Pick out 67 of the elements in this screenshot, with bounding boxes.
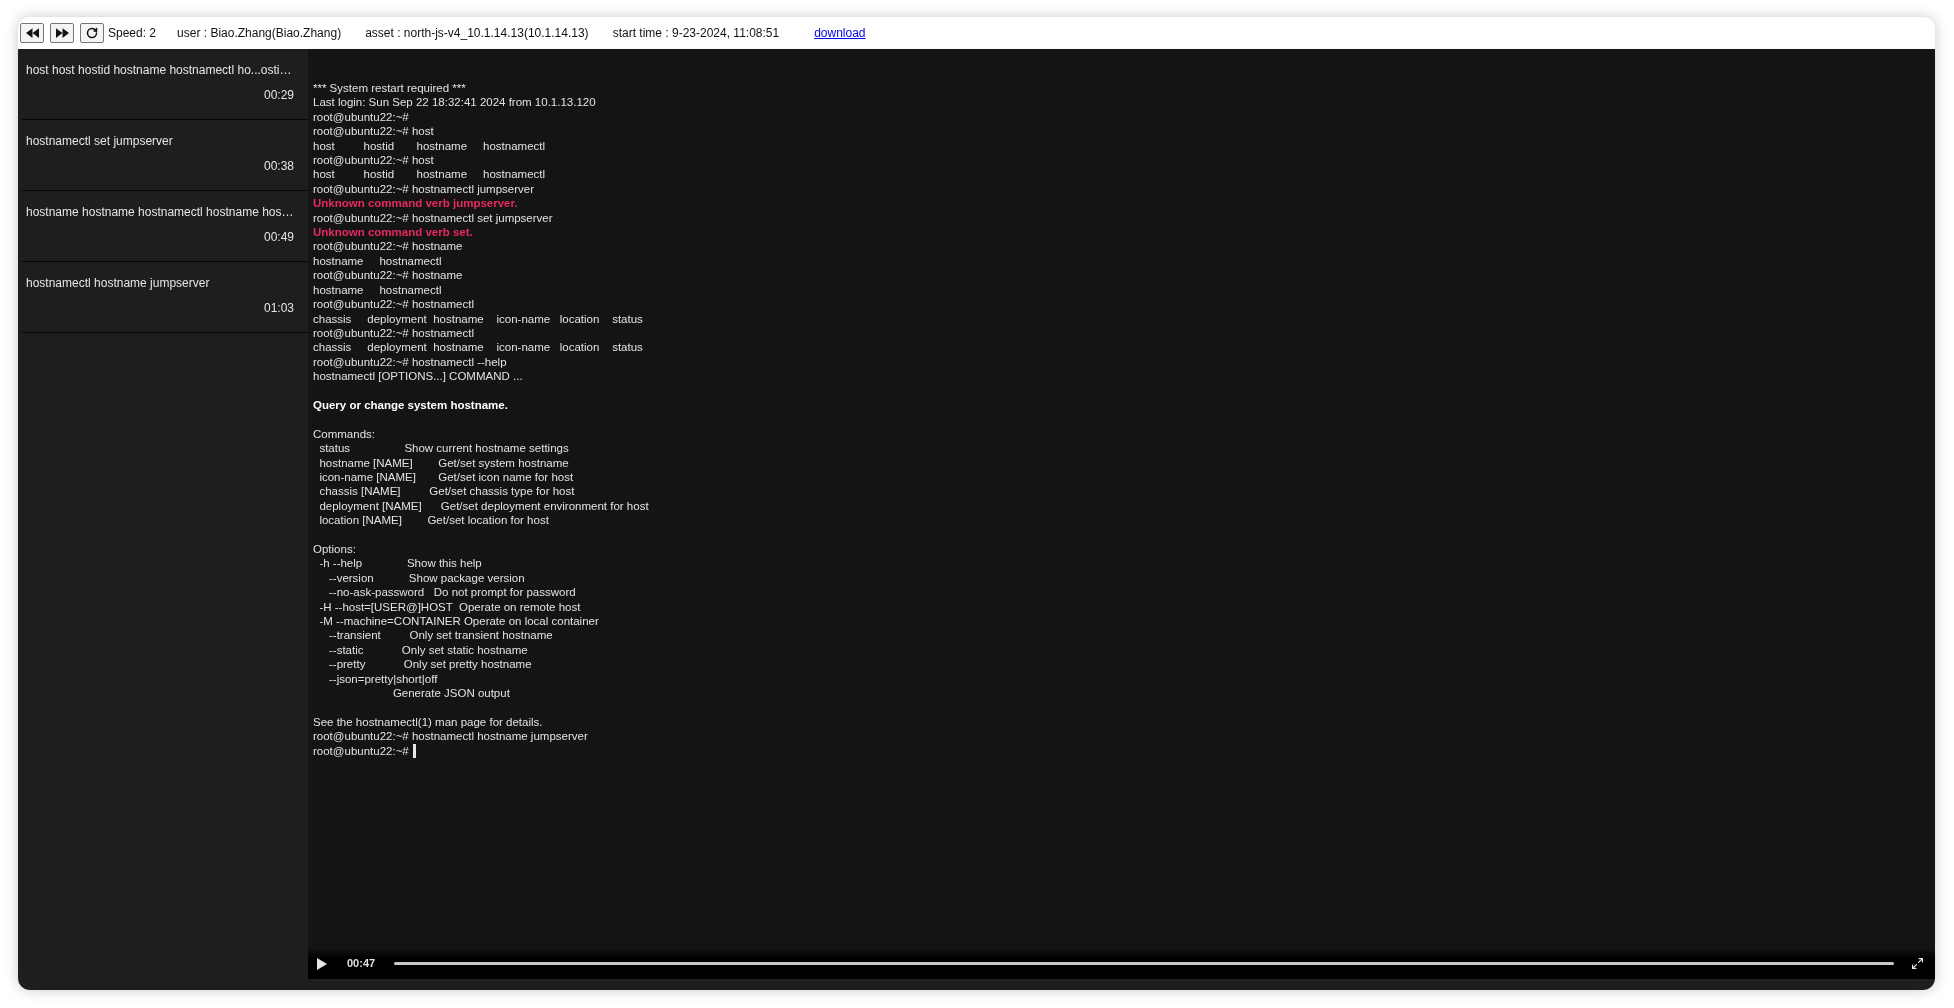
start-time-label: start time : 9-23-2024, 11:08:51	[612, 25, 780, 42]
terminal-line: root@ubuntu22:~# hostnamectl hostname jumpserver	[313, 729, 588, 744]
current-time: 00:47	[347, 956, 376, 972]
fullscreen-button[interactable]	[1911, 957, 1924, 970]
reload-button[interactable]	[80, 23, 104, 43]
terminal-line: icon-name [NAME] Get/set icon name for host	[318, 469, 574, 485]
refresh-icon	[86, 27, 98, 39]
timestamp: 00:38	[263, 158, 294, 175]
asset-label: asset : north-js-v4_10.1.14.13(10.1.14.13)	[365, 25, 589, 42]
terminal-line: Generate JSON output	[391, 686, 510, 701]
play-button[interactable]	[317, 957, 327, 970]
terminal-line: hostname [NAME] Get/set system hostname	[318, 455, 569, 470]
terminal-line: --version Show package version	[327, 570, 525, 586]
timestamp: 01:03	[263, 300, 294, 317]
terminal-line: root@ubuntu22:~# hostnamectl jumpserver	[313, 181, 535, 197]
terminal-line: root@ubuntu22:~# hostnamectl --help	[313, 354, 507, 370]
error-line: Unknown command verb jumpserver.	[313, 196, 518, 211]
command-text[interactable]: hostname hostname hostnamectl hostname hos…	[26, 203, 294, 221]
terminal-line: --transient Only set transient hostname	[327, 628, 553, 643]
terminal-line: deployment [NAME] Get/set deployment environment for host	[318, 498, 649, 514]
terminal-heading: Query or change system hostname.	[313, 397, 508, 413]
rewind-icon	[25, 28, 39, 38]
terminal-line: chassis deployment hostname icon-name location status	[313, 340, 643, 355]
terminal-line: --no-ask-password Do not prompt for password	[327, 585, 576, 600]
terminal-line: --static Only set static hostname	[327, 642, 528, 658]
terminal-line: -M --machine=CONTAINER Operate on local container	[318, 614, 599, 629]
terminal-line: *** System restart required ***	[313, 81, 466, 96]
command-text[interactable]: host host hostid hostname hostnamectl ho...osti…	[26, 61, 292, 79]
cursor-icon	[412, 743, 416, 758]
terminal-line: host hostid hostname hostnamectl	[313, 167, 546, 182]
terminal-line: root@ubuntu22:~# hostnamectl	[313, 325, 474, 341]
command-text[interactable]: hostnamectl hostname jumpserver	[26, 274, 210, 292]
terminal-line: hostname hostnamectl	[313, 282, 442, 298]
terminal-line: Commands:	[313, 426, 375, 442]
terminal-line: Last login: Sun Sep 22 18:32:41 2024 from 10.1.13.120	[313, 95, 596, 110]
terminal-line: Options:	[313, 541, 356, 557]
terminal-line: root@ubuntu22:~# host	[313, 124, 434, 139]
terminal-line: -H --host=[USER@]HOST Operate on remote host	[318, 599, 581, 614]
terminal-line: hostname hostnamectl	[313, 253, 442, 269]
terminal-line: root@ubuntu22:~# hostnamectl set jumpserver	[313, 210, 553, 226]
download-link[interactable]: download	[814, 24, 866, 42]
speed-label: Speed: 2	[108, 25, 157, 42]
fast-forward-icon	[55, 28, 69, 38]
timestamp: 00:49	[263, 229, 294, 246]
terminal-line: root@ubuntu22:~# hostname	[313, 239, 463, 254]
terminal-line: root@ubuntu22:~# hostnamectl	[313, 297, 474, 312]
terminal-line: root@ubuntu22:~#	[313, 743, 409, 759]
terminal-line: hostnamectl [OPTIONS...] COMMAND ...	[313, 369, 523, 384]
terminal-line: --pretty Only set pretty hostname	[327, 657, 532, 672]
terminal-line: --json=pretty|short|off	[327, 671, 438, 686]
rewind-button[interactable]	[20, 23, 44, 43]
terminal-line: status Show current hostname settings	[318, 441, 569, 456]
fast-forward-button[interactable]	[50, 23, 74, 43]
terminal-line: root@ubuntu22:~#	[313, 109, 409, 125]
terminal-line: host hostid hostname hostnamectl	[313, 138, 546, 154]
terminal-line: -h --help Show this help	[318, 556, 482, 571]
terminal-line: location [NAME] Get/set location for host	[318, 513, 549, 528]
user-label: user : Biao.Zhang(Biao.Zhang)	[177, 25, 342, 42]
terminal-line: chassis [NAME] Get/set chassis type for host	[318, 484, 575, 499]
progress-track[interactable]	[394, 962, 1894, 965]
error-line: Unknown command verb set.	[313, 225, 473, 240]
terminal-line: root@ubuntu22:~# host	[313, 153, 434, 168]
terminal-line: chassis deployment hostname icon-name location status	[313, 311, 643, 326]
command-text[interactable]: hostnamectl set jumpserver	[26, 132, 173, 150]
terminal-line: root@ubuntu22:~# hostname	[313, 268, 463, 283]
timestamp: 00:29	[263, 87, 294, 104]
terminal-line: See the hostnamectl(1) man page for details.	[313, 714, 543, 730]
